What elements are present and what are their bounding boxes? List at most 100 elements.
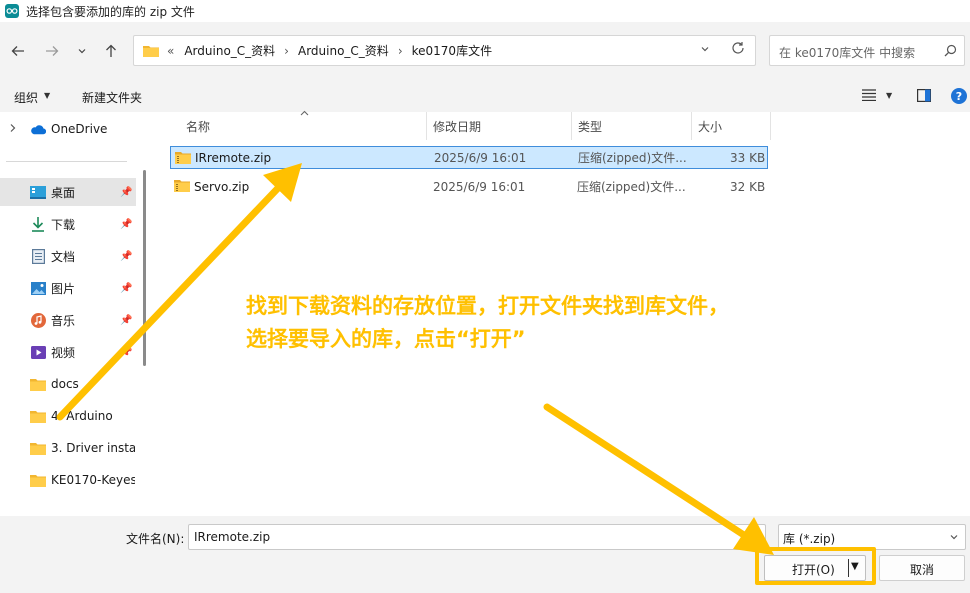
sidebar-item-music[interactable]: 音乐 📌 — [0, 306, 136, 334]
sidebar-item-label: 视频 — [51, 345, 76, 360]
caret-down-icon[interactable]: ▼ — [886, 91, 892, 100]
up-arrow-icon[interactable] — [102, 42, 120, 60]
preview-pane-icon[interactable] — [917, 89, 932, 105]
sidebar-item-folder[interactable]: KE0170-Keyes- — [0, 466, 136, 494]
navigation-bar: « Arduino_C_资料 › Arduino_C_资料 › ke0170库文… — [0, 22, 970, 80]
forward-arrow-icon[interactable] — [43, 42, 61, 60]
chevron-down-icon[interactable] — [949, 532, 959, 545]
breadcrumb-separator[interactable]: › — [398, 44, 403, 58]
sidebar-item-label: 桌面 — [51, 185, 76, 200]
picture-icon — [30, 281, 46, 295]
sidebar-item-label: 3. Driver instal — [51, 441, 135, 455]
sidebar-item-folder[interactable]: docs — [0, 370, 136, 398]
sidebar-item-label: 图片 — [51, 281, 76, 296]
breadcrumb-item[interactable]: Arduino_C_资料 — [184, 42, 275, 59]
organize-menu[interactable]: 组织 — [14, 89, 38, 106]
divider — [6, 161, 127, 162]
sidebar-item-folder[interactable]: 3. Driver instal — [0, 434, 136, 462]
document-icon — [30, 248, 46, 264]
folder-icon — [30, 409, 46, 423]
sidebar-item-downloads[interactable]: 下载 📌 — [0, 210, 136, 238]
file-modified: 2025/6/9 16:01 — [433, 179, 526, 194]
filename-history-dropdown-icon[interactable] — [751, 531, 761, 544]
search-icon[interactable] — [944, 44, 957, 60]
file-modified: 2025/6/9 16:01 — [434, 150, 527, 165]
folder-icon — [30, 377, 46, 391]
sidebar-item-label: 音乐 — [51, 313, 76, 328]
cloud-icon — [30, 122, 46, 136]
column-divider[interactable] — [571, 112, 572, 140]
sidebar-item-label: 4. Arduino — [51, 409, 113, 423]
open-button-highlight — [755, 547, 876, 585]
zip-folder-icon — [175, 151, 191, 167]
breadcrumb-separator[interactable]: › — [284, 44, 289, 58]
sidebar-item-pictures[interactable]: 图片 📌 — [0, 274, 136, 302]
navigation-pane: OneDrive 桌面 📌 下载 📌 文档 📌 图片 📌 音乐 📌 视频 📌 d… — [0, 112, 150, 516]
filename-input[interactable] — [188, 524, 766, 550]
column-header-type[interactable]: 类型 — [578, 112, 602, 140]
new-folder-button[interactable]: 新建文件夹 — [82, 89, 142, 106]
view-options-icon[interactable] — [862, 89, 876, 104]
sidebar-item-label: 下载 — [51, 217, 76, 232]
zip-folder-icon — [174, 179, 190, 195]
sidebar-item-label: docs — [51, 377, 79, 391]
refresh-icon[interactable] — [731, 41, 745, 59]
column-header-size[interactable]: 大小 — [698, 112, 722, 140]
address-overflow-icon[interactable]: « — [167, 44, 174, 58]
video-icon — [30, 345, 46, 359]
sidebar-item-onedrive[interactable]: OneDrive — [0, 115, 136, 143]
breadcrumb-item[interactable]: Arduino_C_资料 — [298, 42, 389, 59]
search-input[interactable]: 在 ke0170库文件 中搜索 — [769, 35, 965, 66]
file-name[interactable]: IRremote.zip — [195, 151, 271, 165]
command-bar: 组织 ▼ 新建文件夹 ▼ ? — [0, 80, 970, 112]
pin-icon: 📌 — [120, 346, 133, 358]
title-bar: 选择包含要添加的库的 zip 文件 — [0, 0, 970, 22]
folder-icon — [143, 46, 159, 57]
sidebar-item-label: OneDrive — [51, 122, 108, 136]
sidebar-scrollbar[interactable] — [143, 170, 146, 366]
desktop-icon — [30, 185, 46, 199]
sidebar-item-videos[interactable]: 视频 📌 — [0, 338, 136, 366]
breadcrumb-item[interactable]: ke0170库文件 — [412, 42, 492, 59]
file-row[interactable]: Servo.zip 2025/6/9 16:01 压缩(zipped)文件...… — [170, 175, 768, 198]
file-row[interactable]: IRremote.zip 2025/6/9 16:01 压缩(zipped)文件… — [170, 146, 768, 169]
recent-locations-chevron-icon[interactable] — [73, 42, 91, 60]
pin-icon: 📌 — [120, 250, 133, 262]
column-header-name[interactable]: 名称 — [186, 112, 210, 140]
back-arrow-icon[interactable] — [9, 42, 27, 60]
caret-down-icon[interactable]: ▼ — [44, 91, 50, 100]
help-icon[interactable]: ? — [951, 88, 967, 104]
folder-icon — [30, 473, 46, 487]
cancel-button[interactable]: 取消 — [879, 555, 965, 581]
music-icon — [30, 312, 46, 328]
expand-chevron-icon[interactable] — [9, 123, 17, 136]
pin-icon: 📌 — [120, 186, 133, 198]
instruction-text: 找到下载资料的存放位置，打开文件夹找到库文件， 选择要导入的库，点击“打开” — [246, 290, 926, 356]
sidebar-item-folder[interactable]: 4. Arduino — [0, 402, 136, 430]
instruction-line-1: 找到下载资料的存放位置，打开文件夹找到库文件， — [246, 294, 729, 318]
cancel-button-label[interactable]: 取消 — [880, 561, 964, 578]
pin-icon: 📌 — [120, 282, 133, 294]
filename-label: 文件名(N): — [126, 532, 185, 546]
column-divider[interactable] — [426, 112, 427, 140]
column-divider[interactable] — [691, 112, 692, 140]
file-type: 压缩(zipped)文件... — [578, 151, 687, 165]
file-size: 32 KB — [730, 179, 766, 194]
folder-icon — [30, 441, 46, 455]
instruction-line-2: 选择要导入的库，点击“打开” — [246, 327, 526, 351]
file-name[interactable]: Servo.zip — [194, 180, 249, 194]
column-header-modified[interactable]: 修改日期 — [433, 112, 481, 140]
download-icon — [30, 216, 46, 232]
column-divider[interactable] — [770, 112, 771, 140]
file-type-filter-value[interactable]: 库 (*.zip) — [783, 530, 835, 547]
sidebar-item-desktop[interactable]: 桌面 📌 — [0, 178, 136, 206]
pin-icon: 📌 — [120, 218, 133, 230]
file-size: 33 KB — [730, 150, 766, 165]
address-dropdown-icon[interactable] — [700, 44, 710, 57]
sidebar-item-documents[interactable]: 文档 📌 — [0, 242, 136, 270]
arduino-app-icon — [5, 4, 19, 18]
address-bar[interactable]: « Arduino_C_资料 › Arduino_C_资料 › ke0170库文… — [133, 35, 756, 66]
search-placeholder[interactable]: 在 ke0170库文件 中搜索 — [779, 44, 915, 61]
sort-ascending-icon — [300, 109, 309, 119]
sidebar-item-label: KE0170-Keyes- — [51, 473, 135, 487]
